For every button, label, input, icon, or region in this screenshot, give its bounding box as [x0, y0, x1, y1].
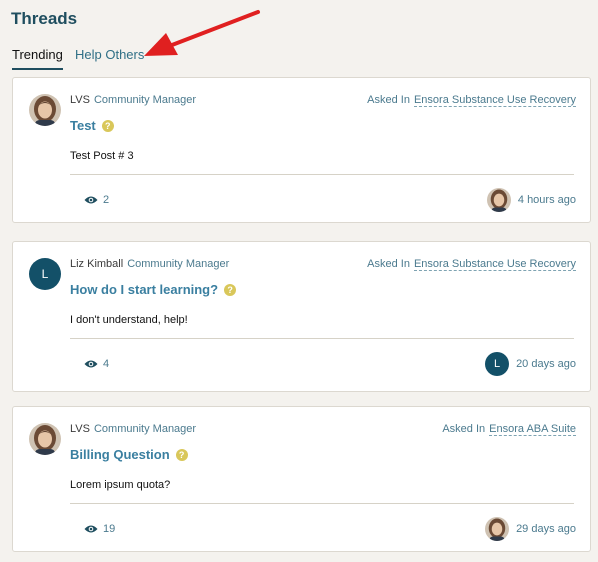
author-role: Community Manager	[93, 94, 197, 106]
asked-in: Asked In Ensora Substance Use Recovery	[367, 258, 576, 271]
author-role: Community Manager	[93, 423, 197, 435]
author-name[interactable]: LVS	[70, 94, 90, 106]
last-reply-avatar[interactable]	[486, 188, 511, 212]
eye-icon	[84, 525, 98, 533]
last-activity: 29 days ago	[485, 517, 576, 541]
last-activity: 4 hours ago	[486, 188, 576, 212]
view-count-value: 19	[103, 523, 116, 535]
timestamp: 20 days ago	[516, 358, 576, 370]
asked-in-label: Asked In	[367, 258, 410, 270]
view-count-value: 2	[103, 194, 110, 206]
thread-card: LVS Community Manager Asked In Ensora ABA …	[12, 406, 591, 552]
author-role: Community Manager	[127, 258, 230, 270]
thread-title[interactable]: Billing Question?	[70, 447, 188, 462]
thread-title[interactable]: How do I start learning??	[70, 282, 237, 297]
author-line: LVS Community Manager	[70, 423, 196, 435]
author-name[interactable]: LVS	[70, 423, 90, 435]
thread-title-text[interactable]: How do I start learning?	[70, 282, 218, 297]
view-count-value: 4	[103, 358, 110, 370]
thread-title[interactable]: Test?	[70, 118, 114, 133]
view-count: 2	[84, 194, 109, 206]
thread-title-text[interactable]: Test	[70, 118, 96, 133]
view-count: 19	[84, 523, 115, 535]
timestamp: 4 hours ago	[517, 194, 576, 206]
timestamp: 29 days ago	[516, 523, 576, 535]
thread-body: Test Post # 3	[70, 150, 134, 162]
last-reply-avatar[interactable]	[485, 517, 510, 541]
thread-body: Lorem ipsum quota?	[70, 479, 171, 491]
question-icon: ?	[101, 120, 114, 132]
author-name[interactable]: Liz Kimball	[70, 258, 123, 270]
tab-help-others[interactable]: Help Others	[75, 47, 144, 62]
asked-in: Asked In Ensora Substance Use Recovery	[367, 94, 576, 107]
thread-title-text[interactable]: Billing Question	[70, 447, 170, 462]
thread-body: I don't understand, help!	[70, 314, 188, 326]
question-icon: ?	[175, 449, 188, 461]
avatar[interactable]	[29, 94, 61, 126]
divider	[70, 338, 574, 339]
thread-card: LVS Community Manager Asked In Ensora Subs…	[12, 77, 591, 223]
eye-icon	[84, 196, 98, 204]
eye-icon	[84, 360, 98, 368]
author-line: Liz Kimball Community Manager	[70, 258, 229, 270]
last-activity: L 20 days ago	[485, 352, 576, 376]
space-link[interactable]: Ensora Substance Use Recovery	[413, 258, 576, 271]
divider	[70, 503, 574, 504]
asked-in: Asked In Ensora ABA Suite	[442, 423, 576, 436]
last-reply-avatar[interactable]: L	[485, 352, 510, 376]
asked-in-label: Asked In	[367, 94, 410, 106]
page-title: Threads	[11, 9, 78, 28]
thread-card: L Liz Kimball Community Manager Asked In E…	[12, 241, 591, 392]
view-count: 4	[84, 358, 109, 370]
space-link[interactable]: Ensora Substance Use Recovery	[413, 94, 576, 107]
divider	[70, 174, 574, 175]
space-link[interactable]: Ensora ABA Suite	[489, 423, 576, 436]
avatar[interactable]: L	[29, 258, 61, 290]
tab-trending[interactable]: Trending	[12, 47, 63, 70]
asked-in-label: Asked In	[442, 423, 486, 435]
avatar[interactable]	[29, 423, 61, 455]
question-icon: ?	[224, 284, 237, 296]
author-line: LVS Community Manager	[70, 94, 196, 106]
red-arrow-annotation-icon	[144, 10, 260, 56]
